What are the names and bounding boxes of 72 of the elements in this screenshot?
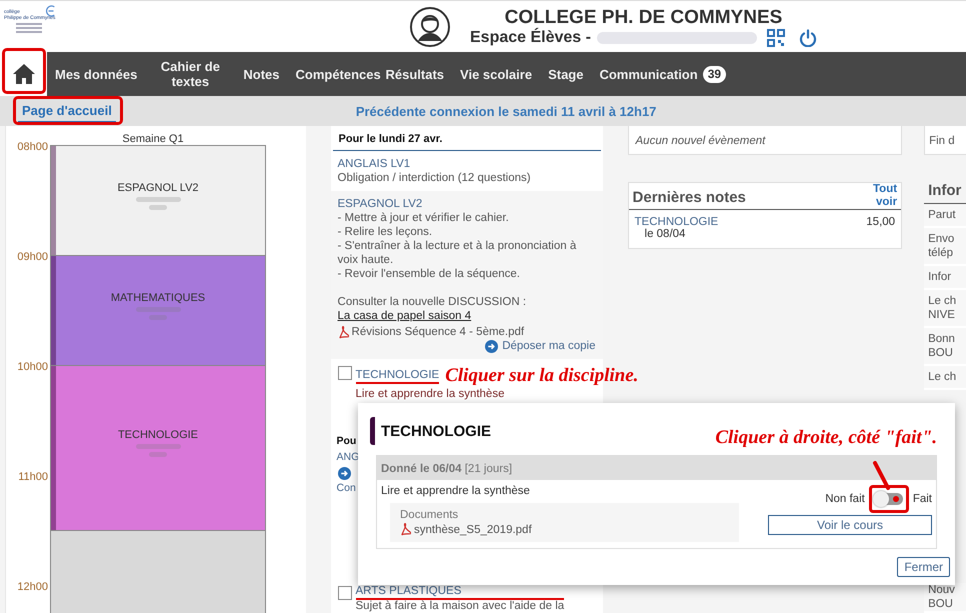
view-course-button[interactable]: Voir le cours [768,515,932,535]
homework-date-heading: Pour le lundi 27 avr. [332,126,601,151]
file-link[interactable]: Révisions Séquence 4 - 5ème.pdf [352,325,524,339]
grade-value: 15,00 [866,216,896,230]
nav-tab[interactable]: Notes [235,52,288,96]
count-badge: 39 [702,66,726,82]
subject-link[interactable]: TECHNOLOGIE [356,368,440,384]
home-icon [12,63,36,85]
homework-text: Lire et apprendre la synthèse [356,387,506,401]
homework-subject: ANG [336,450,360,465]
annotation-text: Cliquer sur la discipline. [445,365,638,387]
grade-date: le 08/04 [644,228,686,240]
no-event-text: Aucun nouvel évènement [636,135,766,147]
course-subject: MATHEMATIQUES [110,292,206,304]
checkbox[interactable] [338,366,352,380]
homework-text: Sujet à faire à la maison avec l'aide de la [356,600,564,613]
assigned-date-bar: Donné le 06/04 [21 jours] [377,456,936,480]
nav-tab[interactable]: Mes données [47,52,146,96]
homework-text: Lire et apprendre la synthèse [381,485,531,497]
homework-text: Con [336,481,357,496]
homework-text: Consulter la nouvelle DISCUSSION : [338,295,528,309]
homework-date-heading: Pou [336,434,358,449]
nav-tab[interactable]: Communication 39 [591,52,734,96]
see-all-link[interactable]: Tout voir [863,183,898,209]
last-login-text: Précédente connexion le samedi 11 avril à 12h17 [356,104,656,118]
nav-tab[interactable]: Stage [540,52,592,96]
hour-label: 08h00 [16,141,48,155]
homework-subject: ANGLAIS LV1 [338,157,412,171]
pdf-icon [400,523,411,536]
hour-label: 10h00 [16,361,48,375]
event-text: Fin d [929,135,955,147]
toggle-label: Fait [912,493,932,505]
arrow-right-circle-icon [338,467,351,480]
space-label: Espace Élèves - [470,28,591,46]
homework-text: - Mettre à jour et vérifier le cahier. [338,211,510,225]
documents-label: Documents [400,509,460,521]
qr-code-icon[interactable] [766,28,785,46]
grade-subject: TECHNOLOGIE [634,216,718,228]
annotation-highlight [2,48,46,94]
nav-tab[interactable]: Cahier de textes [145,52,236,96]
close-button[interactable]: Fermer [897,557,950,577]
info-item[interactable]: Nouv BOU [924,583,966,613]
dialog-title: TECHNOLOGIE [381,422,492,440]
done-toggle[interactable] [874,493,903,505]
avatar-icon [410,6,450,46]
file-link[interactable]: synthèse_S5_2019.pdf [414,524,532,536]
nav-tab[interactable]: Vie scolaire [452,52,540,96]
submit-copy-link[interactable]: Déposer ma copie [502,339,596,353]
course-subject: ESPAGNOL LV2 [117,182,199,194]
subject-color-bar [370,417,375,445]
course-block[interactable]: ESPAGNOL LV2 [51,146,265,256]
homework-text: - Revoir l'ensemble de la séquence. [338,267,521,281]
course-block[interactable]: TECHNOLOGIE [51,366,265,531]
homework-subject: ESPAGNOL LV2 [338,197,424,211]
homework-text: - S'entraîner à la lecture et à la prononciation à voix haute. [338,239,578,267]
power-icon[interactable] [798,28,817,46]
school-name: COLLEGE PH. DE COMMYNES [504,6,782,28]
pdf-icon [338,326,349,338]
arrow-right-circle-icon [485,340,498,352]
course-subject: TECHNOLOGIE [118,429,198,441]
homework-text: - Relire les leçons. [338,225,434,239]
hour-label: 09h00 [16,251,48,265]
checkbox[interactable] [338,586,352,600]
course-block[interactable]: MATHEMATIQUES [51,256,265,366]
homework-text: Obligation / interdiction (12 questions) [338,171,532,185]
toggle-label: Non fait [825,493,865,505]
hour-label: 12h00 [16,581,48,595]
annotation-text: Cliquer à droite, côté "fait". [715,427,937,449]
hour-label: 11h00 [17,471,48,485]
panel-title: Dernières notes [632,189,746,208]
week-label: Semaine Q1 [121,133,185,145]
discussion-link[interactable]: La casa de papel saison 4 [338,309,596,323]
